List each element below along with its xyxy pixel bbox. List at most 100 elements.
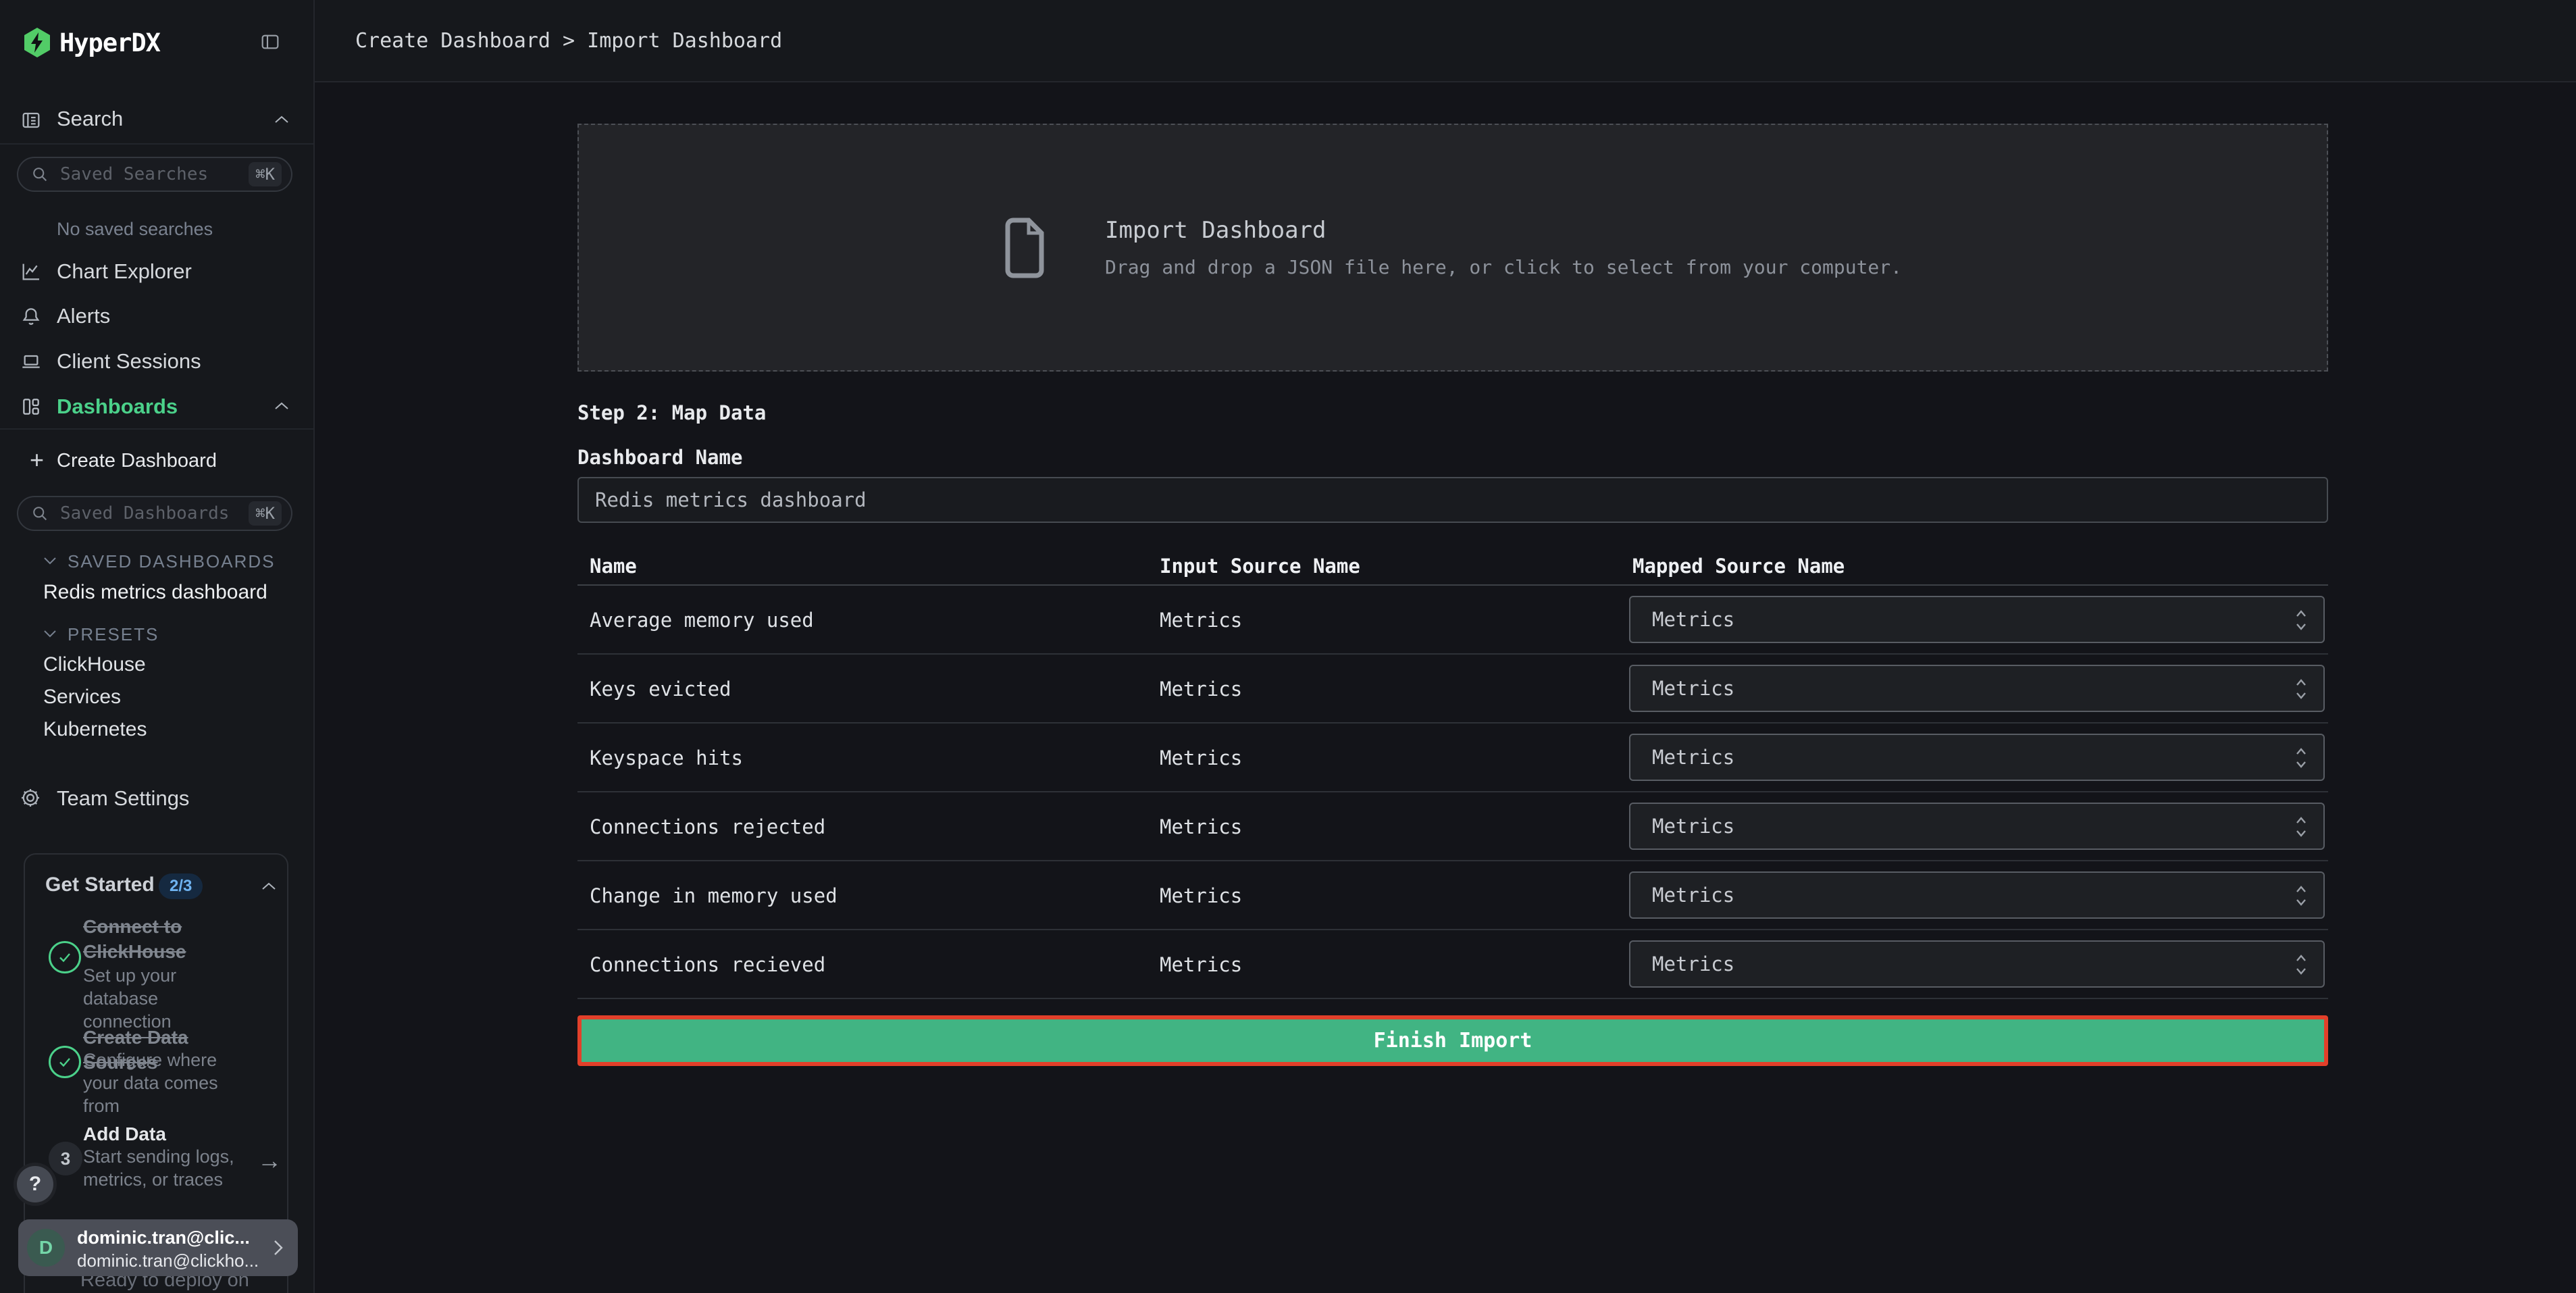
- mapping-table: Name Input Source Name Mapped Source Nam…: [577, 549, 2328, 999]
- table-row: Connections recieved Metrics Metrics: [577, 930, 2328, 999]
- select-chevrons-icon: [2294, 676, 2309, 703]
- dashboard-name-label: Dashboard Name: [577, 446, 742, 469]
- get-started-item-title[interactable]: Add Data: [83, 1121, 252, 1146]
- row-input-source: Metrics: [1160, 655, 1242, 724]
- col-header-input-source: Input Source Name: [1160, 549, 1360, 583]
- search-chevron-up-icon[interactable]: [273, 113, 290, 126]
- group-chevron-down-icon[interactable]: [42, 628, 58, 639]
- import-dropzone[interactable]: Import Dashboard Drag and drop a JSON fi…: [577, 124, 2328, 372]
- saved-dashboard-item[interactable]: Redis metrics dashboard: [43, 581, 267, 604]
- divider: [0, 428, 313, 430]
- step-label: Step 2: Map Data: [577, 401, 766, 424]
- avatar: D: [27, 1229, 65, 1267]
- get-started-title: Get Started: [45, 873, 155, 896]
- presets-group-label[interactable]: PRESETS: [68, 624, 159, 645]
- plus-icon: +: [30, 446, 44, 474]
- check-circle-icon: [49, 1046, 81, 1078]
- row-name: Average memory used: [590, 586, 814, 655]
- select-value: Metrics: [1652, 666, 1734, 711]
- select-value: Metrics: [1652, 942, 1734, 986]
- saved-dashboards-input[interactable]: [59, 503, 249, 524]
- row-input-source: Metrics: [1160, 586, 1242, 655]
- mapped-source-select[interactable]: Metrics: [1629, 940, 2325, 988]
- file-icon: [1004, 218, 1048, 278]
- dropzone-subtitle: Drag and drop a JSON file here, or click…: [1105, 256, 1902, 278]
- row-name: Keyspace hits: [590, 724, 743, 792]
- mapped-source-select[interactable]: Metrics: [1629, 871, 2325, 919]
- saved-searches-input[interactable]: [59, 163, 249, 185]
- col-header-name: Name: [590, 549, 637, 583]
- user-email: dominic.tran@clickho...: [77, 1250, 259, 1271]
- row-input-source: Metrics: [1160, 861, 1242, 930]
- mapped-source-select[interactable]: Metrics: [1629, 596, 2325, 643]
- mapped-source-select[interactable]: Metrics: [1629, 665, 2325, 712]
- get-started-progress-badge: 2/3: [159, 873, 203, 899]
- saved-searches-searchbox[interactable]: ⌘K: [17, 157, 292, 192]
- app-title: HyperDX: [59, 28, 160, 57]
- mapped-source-select[interactable]: Metrics: [1629, 734, 2325, 781]
- row-name: Connections recieved: [590, 930, 825, 999]
- hyperdx-logo-icon: [22, 27, 53, 58]
- dashboard-name-input[interactable]: [577, 477, 2328, 523]
- alerts-bell-icon: [20, 305, 42, 327]
- row-name: Connections rejected: [590, 792, 825, 861]
- get-started-item-desc: Set up your database connection: [83, 964, 245, 1033]
- breadcrumb-import-dashboard: Import Dashboard: [587, 29, 782, 53]
- shortcut-badge: ⌘K: [249, 501, 282, 526]
- select-value: Metrics: [1652, 873, 1734, 917]
- create-dashboard-button[interactable]: Create Dashboard: [57, 450, 217, 472]
- select-chevrons-icon: [2294, 882, 2309, 909]
- preset-item-clickhouse[interactable]: ClickHouse: [43, 653, 146, 676]
- magnifier-icon: [30, 504, 49, 523]
- row-name: Keys evicted: [590, 655, 731, 724]
- no-saved-searches-text: No saved searches: [57, 219, 213, 240]
- preset-item-kubernetes[interactable]: Kubernetes: [43, 718, 147, 741]
- sidebar-item-chart-explorer[interactable]: Chart Explorer: [57, 259, 192, 284]
- help-button[interactable]: ?: [17, 1166, 53, 1202]
- select-chevrons-icon: [2294, 744, 2309, 771]
- mapped-source-select[interactable]: Metrics: [1629, 803, 2325, 850]
- sidebar-item-client-sessions[interactable]: Client Sessions: [57, 349, 201, 374]
- sidebar-item-team-settings[interactable]: Team Settings: [57, 786, 189, 811]
- user-name: dominic.tran@clic...: [77, 1227, 250, 1248]
- breadcrumb-separator: >: [563, 29, 587, 53]
- finish-import-button[interactable]: Finish Import: [577, 1015, 2328, 1066]
- sidebar-item-alerts[interactable]: Alerts: [57, 304, 110, 328]
- table-row: Keyspace hits Metrics Metrics: [577, 724, 2328, 792]
- get-started-item-title[interactable]: Connect to ClickHouse: [83, 914, 252, 964]
- gear-icon: [19, 786, 42, 809]
- select-value: Metrics: [1652, 735, 1734, 780]
- arrow-right-icon[interactable]: →: [257, 1146, 282, 1175]
- search-section-icon: [20, 109, 42, 131]
- saved-dashboards-group-label[interactable]: SAVED DASHBOARDS: [68, 551, 275, 572]
- chevron-right-icon: [271, 1237, 286, 1259]
- divider: [0, 143, 313, 145]
- table-row: Connections rejected Metrics Metrics: [577, 792, 2328, 861]
- sidebar-collapse-icon[interactable]: [259, 31, 281, 53]
- preset-item-services[interactable]: Services: [43, 686, 121, 709]
- select-chevrons-icon: [2294, 951, 2309, 978]
- dashboards-icon: [20, 396, 42, 417]
- row-input-source: Metrics: [1160, 930, 1242, 999]
- group-chevron-down-icon[interactable]: [42, 555, 58, 566]
- breadcrumb-create-dashboard[interactable]: Create Dashboard: [355, 29, 550, 53]
- user-account-chip[interactable]: D dominic.tran@clic... dominic.tran@clic…: [18, 1219, 298, 1276]
- table-row: Keys evicted Metrics Metrics: [577, 655, 2328, 724]
- table-row: Change in memory used Metrics Metrics: [577, 861, 2328, 930]
- sidebar-item-search[interactable]: Search: [57, 107, 123, 131]
- dashboards-chevron-up-icon[interactable]: [273, 400, 290, 412]
- select-value: Metrics: [1652, 804, 1734, 848]
- app-window: HyperDX Search ⌘K No saved searches: [0, 0, 2576, 1293]
- client-sessions-laptop-icon: [20, 351, 42, 372]
- sidebar-item-dashboards[interactable]: Dashboards: [57, 395, 178, 419]
- get-started-chevron-up-icon[interactable]: [260, 880, 278, 892]
- table-header-row: Name Input Source Name Mapped Source Nam…: [577, 549, 2328, 586]
- table-row: Average memory used Metrics Metrics: [577, 586, 2328, 655]
- select-chevrons-icon: [2294, 813, 2309, 840]
- check-circle-icon: [49, 941, 81, 973]
- dropzone-title: Import Dashboard: [1105, 217, 1902, 244]
- saved-dashboards-searchbox[interactable]: ⌘K: [17, 496, 292, 531]
- get-started-item-desc: Configure where your data comes from: [83, 1048, 245, 1117]
- top-bar: Create Dashboard > Import Dashboard: [315, 0, 2576, 82]
- row-name: Change in memory used: [590, 861, 838, 930]
